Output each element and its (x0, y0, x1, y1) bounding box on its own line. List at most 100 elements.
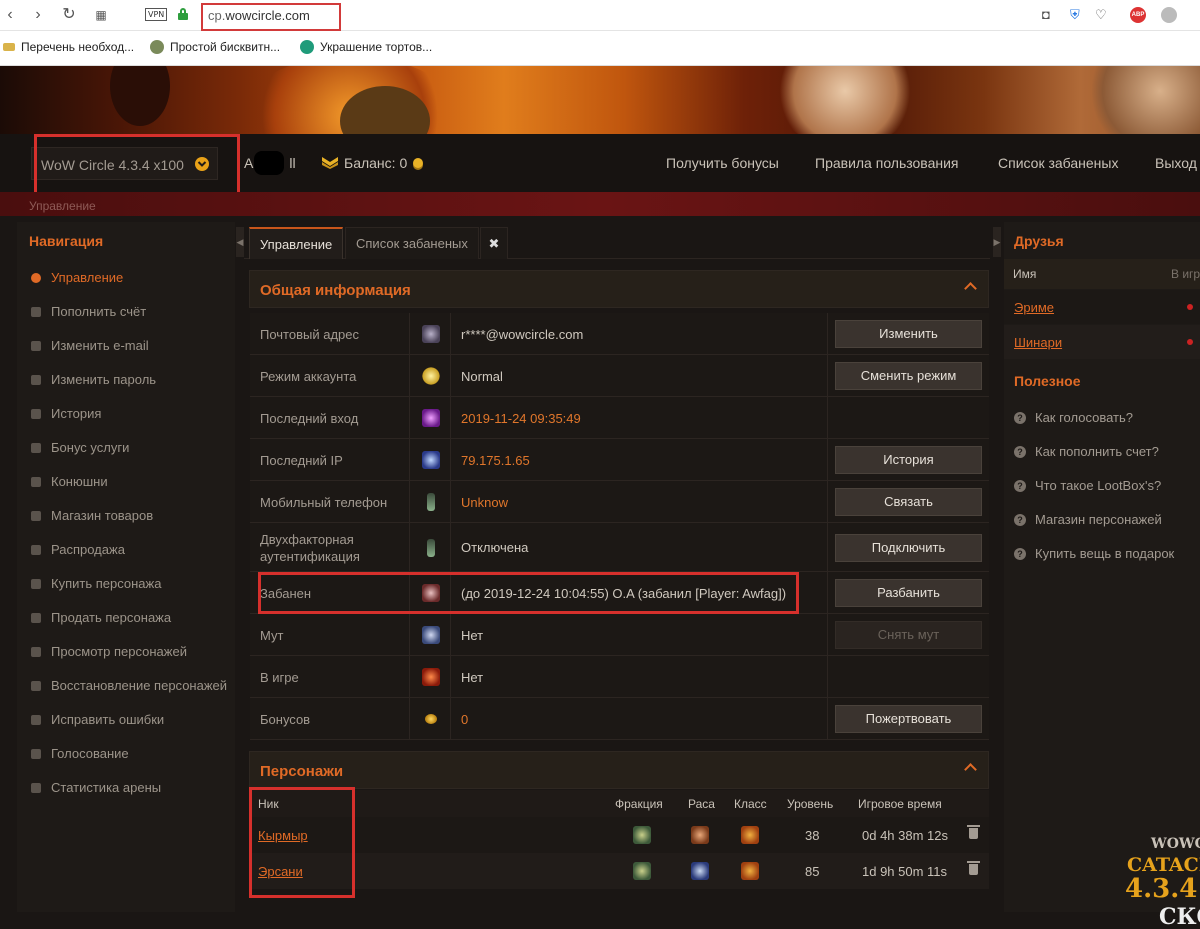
collapse-icon[interactable] (964, 763, 977, 776)
sidebar-item-management[interactable]: Управление (31, 270, 123, 285)
history-button[interactable]: История (835, 446, 982, 474)
friends-title: Друзья (1014, 233, 1064, 249)
friend-name-link[interactable]: Эриме (1014, 300, 1054, 315)
info-row: Мобильный телефон Unknow Связать (250, 481, 989, 523)
characters-highlight-box (249, 787, 355, 898)
general-info-header[interactable]: Общая информация (249, 270, 989, 308)
tab-scroll-right[interactable]: ▶ (993, 227, 1001, 257)
phone-icon (427, 493, 435, 511)
sidebar-item-sale[interactable]: Распродажа (31, 542, 125, 557)
useful-link-buy-gift-item[interactable]: ? Купить вещь в подарок (1014, 546, 1174, 561)
logout-link[interactable]: Выход (1155, 155, 1197, 171)
globe-icon[interactable] (1161, 7, 1177, 23)
info-icon-cell (409, 698, 451, 739)
table-row: Эрсани 85 1d 9h 50m 11s (250, 853, 989, 889)
get-bonuses-link[interactable]: Получить бонусы (666, 155, 779, 171)
sidebar-item-history[interactable]: История (31, 406, 101, 421)
useful-link-what-is-lootbox[interactable]: ? Что такое LootBox's? (1014, 478, 1161, 493)
sidebar-item-fix-errors[interactable]: Исправить ошибки (31, 712, 164, 727)
sidebar-item-item-shop[interactable]: Магазин товаров (31, 508, 153, 523)
useful-link-how-to-vote[interactable]: ? Как голосовать? (1014, 410, 1133, 425)
change-mode-button[interactable]: Сменить режим (835, 362, 982, 390)
shield-icon[interactable]: ⛨ (1070, 7, 1080, 23)
sidebar-item-label: Голосование (51, 746, 129, 761)
change-email-button[interactable]: Изменить (835, 320, 982, 348)
phone-icon (427, 538, 435, 557)
friend-name-link[interactable]: Шинари (1014, 335, 1062, 350)
unban-button[interactable]: Разбанить (835, 579, 982, 607)
collapse-icon[interactable] (964, 282, 977, 295)
bookmark-item[interactable]: Простой бисквитн... (150, 40, 280, 54)
apps-grid-icon[interactable]: ▦ (91, 6, 111, 24)
trash-icon[interactable] (967, 825, 980, 839)
useful-link-label: Магазин персонажей (1035, 512, 1162, 527)
list-item: Шинари (1004, 325, 1200, 359)
race-icon (691, 826, 709, 844)
sidebar-item-restore-characters[interactable]: Восстановление персонажей (31, 678, 227, 693)
useful-link-label: Что такое LootBox's? (1035, 478, 1162, 493)
sidebar-item-top-up[interactable]: Пополнить счёт (31, 304, 146, 319)
sidebar-item-buy-character[interactable]: Купить персонажа (31, 576, 161, 591)
sidebar-item-sell-character[interactable]: Продать персонажа (31, 610, 171, 625)
characters-header[interactable]: Персонажи (249, 751, 989, 789)
info-label: В игре (260, 670, 299, 685)
network-icon (422, 451, 440, 469)
sidebar-item-change-password[interactable]: Изменить пароль (31, 372, 156, 387)
back-icon[interactable]: ‹ (0, 6, 20, 24)
info-row: Режим аккаунта Normal Сменить режим (250, 355, 989, 397)
bookmarks-bar: Перечень необход... Простой бисквитн... … (0, 31, 1200, 66)
coin-icon (425, 714, 437, 724)
banned-list-link[interactable]: Список забаненых (998, 155, 1118, 171)
bookmark-icon (3, 43, 15, 51)
sidebar-item-voting[interactable]: Голосование (31, 746, 129, 761)
info-icon-cell (409, 439, 451, 480)
sidebar-item-label: Распродажа (51, 542, 125, 557)
enable-2fa-button[interactable]: Подключить (835, 533, 982, 562)
info-value: 0 (461, 711, 469, 727)
useful-link-how-to-top-up[interactable]: ? Как пополнить счет? (1014, 444, 1159, 459)
adblock-icon[interactable]: ABP (1130, 7, 1146, 23)
sidebar (17, 222, 235, 912)
camera-icon[interactable]: ◘ (1042, 7, 1050, 22)
bookmark-icon (150, 40, 164, 54)
sidebar-item-icon (31, 340, 41, 351)
forward-icon[interactable]: › (28, 6, 48, 24)
class-icon (741, 862, 759, 880)
breadcrumb-bar: Управление (0, 192, 1200, 216)
bookmark-item[interactable]: Украшение тортов... (300, 40, 432, 54)
race-icon (691, 862, 709, 880)
info-value: Normal (461, 368, 503, 384)
sidebar-title: Навигация (29, 233, 104, 249)
info-label: Двухфакторная аутентификация (260, 532, 360, 564)
ban-highlight-box (258, 572, 799, 614)
friends-col-name: Имя (1013, 267, 1037, 281)
sidebar-item-label: История (51, 406, 102, 421)
sidebar-item-stables[interactable]: Конюшни (31, 474, 108, 489)
sidebar-item-change-email[interactable]: Изменить e-mail (31, 338, 149, 353)
close-icon[interactable]: ✖ (480, 227, 508, 259)
info-value: r****@wowcircle.com (461, 326, 584, 342)
sidebar-item-arena-stats[interactable]: Статистика арены (31, 780, 161, 795)
sidebar-item-label: Пополнить счёт (51, 304, 147, 319)
reload-icon[interactable]: ↻ (59, 6, 79, 24)
donate-button[interactable]: Пожертвовать (835, 705, 982, 733)
tab-banned-list[interactable]: Список забаненых (345, 227, 479, 259)
bookmark-item[interactable]: Перечень необход... (3, 40, 134, 54)
useful-link-character-shop[interactable]: ? Магазин персонажей (1014, 512, 1162, 527)
heart-icon[interactable]: ♡ (1095, 7, 1107, 23)
rank-chevron-icon (322, 157, 338, 169)
coin-icon (413, 158, 424, 168)
tab-scroll-left[interactable]: ◀ (236, 227, 244, 257)
trash-icon[interactable] (967, 861, 980, 875)
star-icon (422, 367, 440, 385)
sidebar-item-icon (31, 714, 41, 725)
question-icon: ? (1014, 547, 1026, 560)
sidebar-item-bonus-services[interactable]: Бонус услуги (31, 440, 129, 455)
info-value: Отключена (461, 540, 529, 555)
sidebar-item-icon (31, 306, 41, 317)
link-phone-button[interactable]: Связать (835, 488, 982, 516)
vpn-badge[interactable]: VPN (145, 8, 168, 21)
sidebar-item-view-characters[interactable]: Просмотр персонажей (31, 644, 187, 659)
terms-link[interactable]: Правила пользования (815, 155, 959, 171)
tab-management[interactable]: Управление (249, 227, 344, 259)
